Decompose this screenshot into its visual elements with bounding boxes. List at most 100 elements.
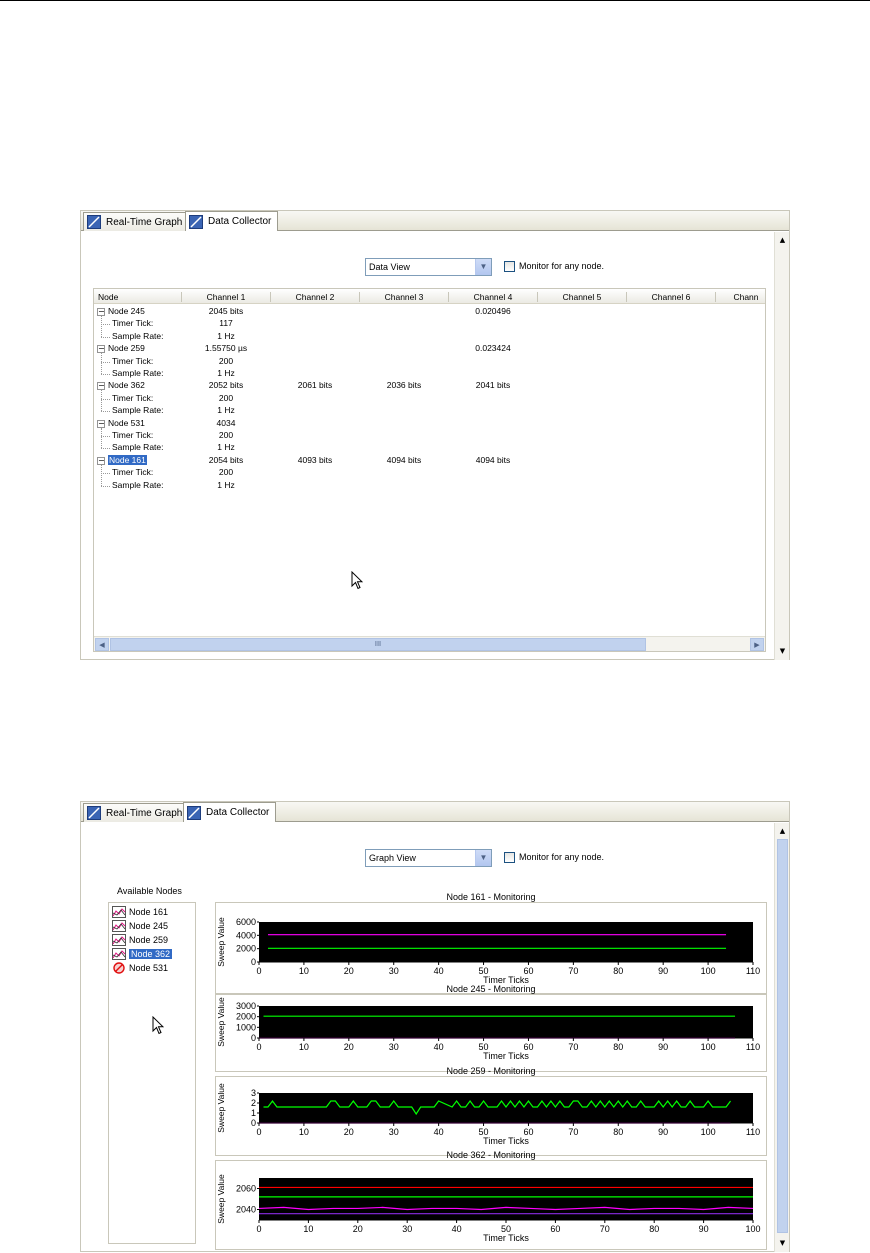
table-cell-channel-4: 0.020496	[475, 306, 511, 316]
grid-header: Node Channel 1 Channel 2 Channel 3 Chann…	[94, 289, 765, 304]
x-tick-label: 80	[649, 1224, 659, 1234]
table-cell-channel-4: 0.023424	[475, 343, 511, 354]
column-header-channel-3[interactable]: Channel 3	[360, 292, 448, 302]
tree-connector-line	[101, 324, 110, 326]
column-header-node[interactable]: Node	[98, 292, 138, 302]
column-header-channel-5[interactable]: Channel 5	[538, 292, 626, 302]
scroll-down-arrow-icon[interactable]: ▼	[776, 645, 789, 658]
mouse-pointer-icon	[351, 571, 363, 590]
table-row-node-name[interactable]: Node 245	[108, 306, 145, 316]
table-cell-channel-1: 2052 bits	[208, 380, 244, 391]
tree-connector-line	[101, 316, 102, 337]
table-cell-channel-1: 2045 bits	[208, 306, 244, 316]
table-row-node-name[interactable]: Node 531	[108, 418, 145, 428]
scroll-grip: III	[374, 640, 382, 648]
tree-connector-line	[101, 436, 110, 437]
column-header-channel-6[interactable]: Channel 6	[627, 292, 715, 302]
graph-tab-icon	[87, 215, 101, 229]
tree-connector-line	[101, 398, 110, 400]
horizontal-scrollbar[interactable]: ◀ III ▶	[94, 636, 765, 651]
tree-connector-line	[101, 411, 110, 413]
y-axis-label: Sweep Value	[216, 1174, 226, 1224]
expand-collapse-icon[interactable]: −	[97, 308, 105, 316]
column-header-channel-1[interactable]: Channel 1	[182, 292, 270, 302]
sample-rate-label: Sample Rate:	[112, 479, 164, 490]
tree-connector-line	[101, 336, 110, 338]
timer-tick-label: Timer Tick:	[112, 392, 154, 403]
tab-label: Real-Time Graph	[106, 216, 183, 228]
y-tick-label: 2060	[236, 1184, 256, 1194]
tree-connector-line	[101, 473, 110, 475]
data-grid: Node Channel 1 Channel 2 Channel 3 Chann…	[93, 288, 766, 652]
timer-tick-value: 117	[219, 318, 233, 329]
page-top-rule	[0, 0, 870, 1]
timer-tick-label: Timer Tick:	[112, 430, 154, 440]
sample-rate-value: 1 Hz	[217, 368, 235, 378]
collector-tab-icon	[189, 214, 203, 229]
table-cell-channel-3: 4094 bits	[386, 454, 422, 465]
tree-connector-line	[101, 448, 110, 450]
tab-strip: Real-Time Graph Data Collector	[81, 211, 789, 231]
table-cell-channel-1: 4034	[216, 417, 236, 428]
expand-collapse-icon[interactable]: −	[97, 382, 105, 391]
expand-collapse-icon[interactable]: −	[97, 456, 105, 465]
x-tick-label: 20	[353, 1224, 363, 1234]
scroll-left-arrow-icon[interactable]: ◀	[95, 638, 109, 651]
tab-data-collector[interactable]: Data Collector	[185, 211, 279, 231]
sample-rate-value: 1 Hz	[217, 330, 235, 341]
x-axis-label: Timer Ticks	[483, 1233, 529, 1243]
timer-tick-value: 200	[218, 467, 234, 478]
chevron-down-icon[interactable]: ▼	[475, 259, 491, 275]
timer-tick-label: Timer Tick:	[112, 355, 154, 366]
sample-rate-label: Sample Rate:	[112, 330, 164, 341]
monitor-any-node-label: Monitor for any node.	[519, 261, 605, 271]
sample-rate-label: Sample Rate:	[112, 405, 164, 416]
table-cell-channel-3: 2036 bits	[386, 380, 422, 391]
sample-rate-label: Sample Rate:	[112, 442, 164, 453]
tree-connector-line	[101, 353, 102, 374]
timer-tick-value: 200	[218, 355, 234, 366]
table-row-node-name[interactable]: Node 362	[108, 380, 145, 390]
timer-tick-label: Timer Tick:	[112, 467, 154, 478]
table-cell-channel-4: 2041 bits	[475, 380, 511, 391]
x-tick-label: 30	[402, 1224, 412, 1234]
tree-connector-line	[101, 361, 110, 363]
x-tick-label: 10	[303, 1224, 313, 1234]
column-header-channel-4[interactable]: Channel 4	[449, 292, 537, 302]
vertical-scrollbar[interactable]: ▲ ▼	[774, 232, 789, 660]
x-tick-label: 90	[699, 1224, 709, 1234]
graph-view-window: Real-Time Graph Data Collector ▲ ▼ Graph…	[80, 801, 790, 1252]
timer-tick-label: Timer Tick:	[112, 318, 154, 329]
tree-connector-line	[101, 464, 102, 486]
timer-tick-value: 200	[218, 430, 234, 440]
tree-connector-line	[101, 427, 102, 449]
table-cell-channel-2: 2061 bits	[297, 380, 333, 391]
scroll-right-arrow-icon[interactable]: ▶	[750, 638, 764, 651]
view-mode-select[interactable]: Data View ▼	[365, 258, 492, 276]
table-cell-channel-1: 1.55750 µs	[204, 343, 248, 354]
table-row-node-name[interactable]: Node 259	[108, 343, 145, 353]
table-cell-channel-1: 2054 bits	[208, 454, 244, 465]
scroll-up-arrow-icon[interactable]: ▲	[776, 234, 789, 247]
table-cell-channel-4: 4094 bits	[475, 454, 511, 465]
table-row-node-name[interactable]: Node 161	[108, 454, 147, 465]
tab-real-time-graph[interactable]: Real-Time Graph	[83, 212, 190, 231]
expand-collapse-icon[interactable]: −	[97, 345, 105, 354]
sample-rate-label: Sample Rate:	[112, 368, 164, 378]
horizontal-scroll-thumb[interactable]: III	[110, 638, 646, 651]
chart-svg: 0 10 20 30 40 50 60 70 80 90 10020402060Timer Tick…	[216, 1174, 761, 1243]
x-tick-label: 60	[550, 1224, 560, 1234]
sample-rate-value: 1 Hz	[217, 479, 235, 490]
monitor-any-node-checkbox[interactable]	[504, 261, 515, 272]
column-header-channel-2[interactable]: Channel 2	[271, 292, 359, 302]
timer-tick-value: 200	[218, 392, 234, 403]
x-tick-label: 70	[600, 1224, 610, 1234]
expand-collapse-icon[interactable]: −	[97, 419, 105, 428]
tab-label: Data Collector	[208, 216, 272, 227]
x-tick-label: 40	[452, 1224, 462, 1234]
x-tick-label: 0	[256, 1224, 261, 1234]
column-header-channel-7[interactable]: Chann	[716, 292, 765, 302]
x-tick-label: 100	[745, 1224, 760, 1234]
data-view-window: Real-Time Graph Data Collector ▲ ▼ Data …	[80, 210, 790, 660]
tree-connector-line	[101, 485, 110, 487]
